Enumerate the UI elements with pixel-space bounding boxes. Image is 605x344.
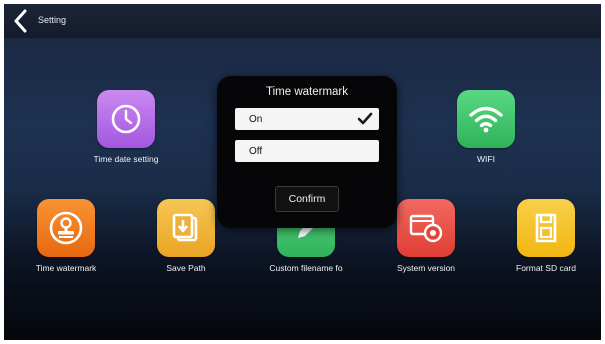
checkmark-icon <box>357 112 373 125</box>
tile-wifi[interactable]: WIFI <box>426 90 546 164</box>
option-label: On <box>249 113 263 125</box>
sd-card-icon[interactable] <box>517 199 575 257</box>
top-bar: Setting <box>4 4 601 38</box>
tile-label: Time date setting <box>93 154 159 164</box>
tile-label: Time watermark <box>35 263 97 273</box>
tile-time-watermark[interactable]: Time watermark <box>6 199 126 273</box>
time-watermark-dialog: Time watermark On Off Confirm <box>217 76 397 228</box>
tile-label: WIFI <box>477 154 495 164</box>
clock-icon[interactable] <box>97 90 155 148</box>
tile-label: Format SD card <box>516 263 576 273</box>
tile-label: Custom filename fo <box>269 263 343 273</box>
tile-label: System version <box>396 263 456 273</box>
option-label: Off <box>249 145 263 157</box>
back-button[interactable] <box>10 9 32 33</box>
chevron-left-icon <box>14 9 27 33</box>
stamp-icon[interactable] <box>37 199 95 257</box>
wifi-icon[interactable] <box>457 90 515 148</box>
system-settings-icon[interactable] <box>397 199 455 257</box>
tile-label: Save Path <box>166 263 206 273</box>
save-path-icon[interactable] <box>157 199 215 257</box>
settings-screen: Setting Time date setting WIFI Time wate… <box>4 4 601 340</box>
option-on[interactable]: On <box>235 108 379 130</box>
confirm-button[interactable]: Confirm <box>275 186 339 212</box>
option-off[interactable]: Off <box>235 140 379 162</box>
page-title: Setting <box>38 15 67 25</box>
tile-time-date-setting[interactable]: Time date setting <box>66 90 186 164</box>
dialog-title: Time watermark <box>266 86 348 98</box>
tile-format-sd-card[interactable]: Format SD card <box>486 199 601 273</box>
